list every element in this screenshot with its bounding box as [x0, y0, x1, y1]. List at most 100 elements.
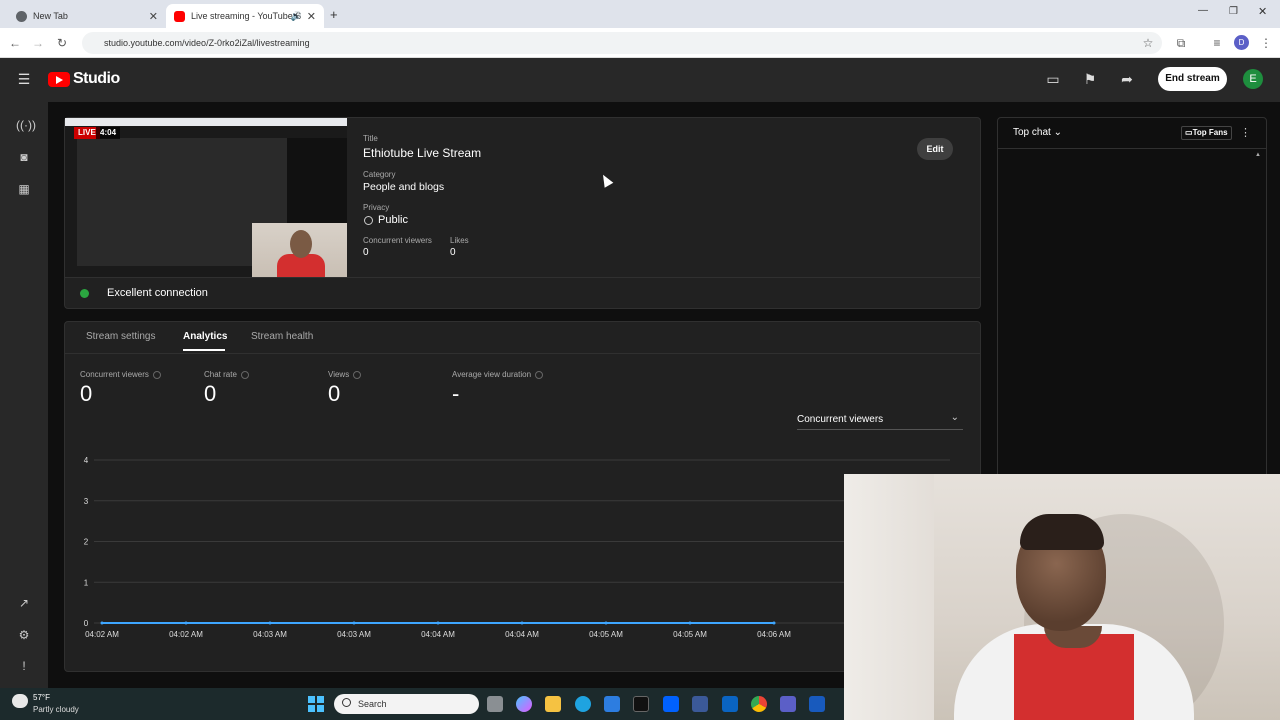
webcam-background-window [844, 474, 934, 720]
address-bar-row: ← → ↻ studio.youtube.com/video/Z-0rko2iZ… [0, 28, 1280, 58]
clapperboard-icon[interactable]: ▭ [1044, 70, 1062, 88]
app-icon[interactable] [692, 696, 708, 712]
reload-icon[interactable]: ↻ [54, 35, 70, 51]
youtube-logo-icon [48, 72, 70, 87]
url-text: studio.youtube.com/video/Z-0rko2iZal/liv… [104, 38, 310, 48]
y-tick-label: 4 [84, 456, 89, 465]
back-icon[interactable]: ← [7, 35, 23, 51]
scroll-up-icon[interactable]: ▲ [1255, 152, 1261, 158]
dropbox-icon[interactable] [663, 696, 679, 712]
forward-icon[interactable]: → [30, 35, 46, 51]
chrome-taskbar-icon[interactable] [751, 696, 767, 712]
end-stream-button[interactable]: End stream [1158, 67, 1227, 91]
speaker-icon[interactable]: 🔊 [291, 11, 302, 22]
windows-start-icon[interactable] [308, 696, 324, 712]
profile-avatar[interactable]: D [1234, 35, 1249, 50]
reading-list-icon[interactable]: ≡ [1209, 35, 1225, 51]
help-icon[interactable] [240, 370, 249, 379]
studio-logo-text[interactable]: Studio [73, 70, 120, 88]
edit-button[interactable]: Edit [917, 138, 953, 160]
connection-status-text: Excellent connection [107, 287, 208, 299]
close-tab-icon[interactable]: ✕ [149, 10, 158, 23]
channel-avatar[interactable]: E [1243, 69, 1263, 89]
manage-calendar-icon[interactable]: ▦ [16, 181, 32, 197]
tab-live-streaming[interactable]: Live streaming - YouTube S 🔊 ✕ [166, 4, 324, 28]
data-point [520, 621, 524, 625]
file-explorer-icon[interactable] [545, 696, 561, 712]
chevron-down-icon: ⌄ [1053, 127, 1062, 138]
stream-preview-thumbnail[interactable] [65, 118, 347, 277]
webcam-icon[interactable]: ◙ [16, 149, 32, 165]
edge-icon[interactable] [575, 696, 591, 712]
restore-icon[interactable]: ❐ [1229, 6, 1238, 17]
metric-label: Concurrent viewers [80, 370, 161, 379]
stream-privacy: Public [378, 214, 408, 226]
data-point [268, 621, 272, 625]
teams-icon[interactable] [780, 696, 796, 712]
close-tab-icon[interactable]: ✕ [307, 10, 316, 23]
category-label: Category [363, 170, 396, 179]
settings-gear-icon[interactable]: ⚙ [16, 627, 32, 643]
card-divider [65, 277, 980, 278]
y-tick-label: 0 [84, 619, 89, 628]
stream-broadcast-icon[interactable]: ((·)) [16, 117, 36, 133]
chat-header-divider [998, 148, 1266, 149]
x-tick-label: 04:03 AM [337, 630, 371, 639]
youtube-icon [174, 10, 185, 22]
weather-cloud-icon[interactable] [12, 694, 28, 708]
webcam-overlay [844, 474, 1280, 720]
viewers-value: 0 [363, 247, 369, 258]
data-point [436, 621, 440, 625]
metric-dropdown-value: Concurrent viewers [797, 414, 884, 425]
metric-value: 0 [204, 381, 217, 406]
help-icon[interactable] [152, 370, 161, 379]
metric-label: Chat rate [204, 370, 249, 379]
copilot-icon[interactable] [516, 696, 532, 712]
help-icon[interactable] [535, 370, 544, 379]
amazon-icon[interactable] [633, 696, 649, 712]
x-tick-label: 04:04 AM [505, 630, 539, 639]
x-tick-label: 04:06 AM [757, 630, 791, 639]
metric-value: 0 [328, 381, 341, 406]
url-field[interactable]: studio.youtube.com/video/Z-0rko2iZal/liv… [82, 32, 1162, 54]
chat-more-icon[interactable]: ⋮ [1240, 126, 1251, 139]
stream-category: People and blogs [363, 181, 445, 193]
chrome-icon [16, 10, 27, 22]
word-icon[interactable] [809, 696, 825, 712]
y-tick-label: 2 [84, 538, 89, 547]
hamburger-menu-icon[interactable]: ☰ [15, 70, 33, 88]
weather-temperature[interactable]: 57°F [33, 693, 50, 702]
tab-analytics[interactable]: Analytics [183, 331, 227, 342]
tab-stream-health[interactable]: Stream health [251, 331, 313, 342]
outlook-icon[interactable] [722, 696, 738, 712]
task-view-icon[interactable] [487, 696, 503, 712]
metric-dropdown[interactable]: Concurrent viewers ⌄ [797, 412, 963, 430]
chevron-down-icon: ⌄ [950, 412, 959, 423]
tab-stream-settings[interactable]: Stream settings [86, 331, 155, 342]
bookmark-icon[interactable]: ⚑ [1081, 70, 1099, 88]
globe-icon [364, 216, 373, 225]
browser-menu-icon[interactable]: ⋮ [1258, 35, 1274, 51]
weather-description[interactable]: Partly cloudy [33, 705, 79, 714]
window-close-icon[interactable]: ✕ [1258, 5, 1267, 18]
likes-label: Likes [450, 236, 469, 245]
bookmark-star-icon[interactable]: ☆ [1140, 35, 1156, 51]
live-elapsed-time: 4:04 [96, 127, 121, 139]
cast-icon[interactable]: ⧉ [1173, 35, 1189, 51]
share-icon[interactable]: ➦ [1118, 70, 1136, 88]
x-tick-label: 04:02 AM [169, 630, 203, 639]
help-icon[interactable] [353, 370, 362, 379]
stream-title: Ethiotube Live Stream [363, 146, 482, 160]
new-tab-icon[interactable]: + [330, 7, 338, 22]
taskbar-search[interactable]: Search [334, 694, 479, 714]
data-point [352, 621, 356, 625]
external-link-icon[interactable]: ↗ [16, 595, 32, 611]
store-icon[interactable] [604, 696, 620, 712]
chat-mode-dropdown[interactable]: Top chat ⌄ [1013, 127, 1062, 138]
data-point [184, 621, 188, 625]
data-point [772, 621, 776, 625]
top-fans-button[interactable]: ▭Top Fans [1181, 126, 1232, 140]
minimize-icon[interactable]: — [1198, 5, 1208, 16]
tab-new-tab[interactable]: New Tab ✕ [8, 4, 166, 28]
feedback-icon[interactable]: ! [16, 658, 32, 674]
